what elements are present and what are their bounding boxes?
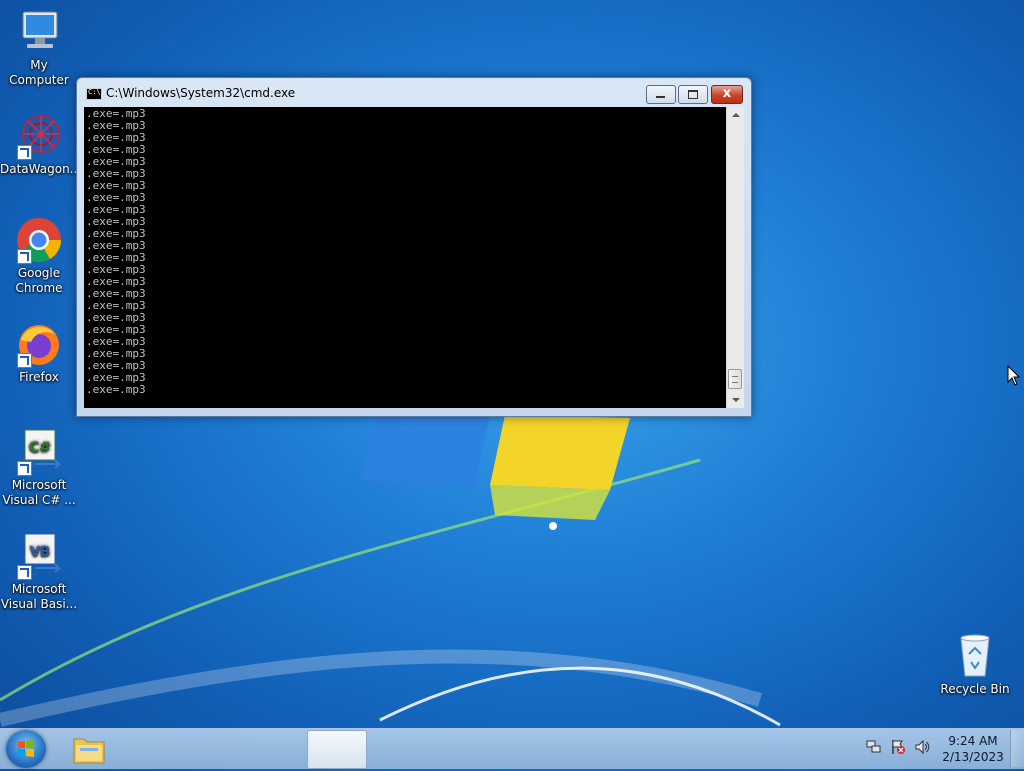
taskbar-file-explorer[interactable]	[66, 731, 112, 767]
start-button[interactable]	[6, 730, 46, 768]
recycle-bin-icon	[951, 632, 999, 680]
desktop-icon-label: Microsoft Visual C# ...	[2, 478, 76, 507]
console-lines: .exe=.mp3 .exe=.mp3 .exe=.mp3 .exe=.mp3 …	[84, 107, 726, 396]
scrollbar-thumb[interactable]	[728, 369, 742, 389]
volume-icon[interactable]	[914, 739, 930, 755]
datawagon-icon	[15, 112, 63, 160]
cmd-window-icon: C:\	[86, 88, 102, 100]
scroll-down-arrow-icon[interactable]	[727, 392, 744, 408]
mouse-cursor-icon	[1007, 365, 1021, 386]
cmd-window-title: C:\Windows\System32\cmd.exe	[106, 86, 296, 100]
desktop-icon-label: DataWagon...	[0, 162, 82, 176]
desktop-icon-label: Recycle Bin	[940, 682, 1010, 696]
console-line: .exe=.mp3	[86, 383, 146, 396]
action-center-flag-icon[interactable]	[890, 739, 906, 755]
shortcut-arrow-icon	[17, 461, 32, 476]
desktop-icon-visual-basic[interactable]: VB Microsoft Visual Basi...	[0, 532, 78, 612]
cmd-console-output[interactable]: .exe=.mp3 .exe=.mp3 .exe=.mp3 .exe=.mp3 …	[84, 107, 726, 408]
windows-logo-wallpaper	[360, 410, 630, 530]
scroll-up-arrow-icon[interactable]	[727, 107, 744, 123]
visual-csharp-icon: C#	[15, 428, 63, 476]
desktop-icon-recycle-bin[interactable]: Recycle Bin	[936, 632, 1014, 697]
chrome-icon	[15, 216, 63, 264]
clock-time: 9:24 AM	[948, 734, 998, 748]
network-icon[interactable]	[866, 739, 882, 755]
desktop-icon-my-computer[interactable]: My Computer	[0, 8, 78, 88]
close-icon: x	[722, 86, 732, 101]
taskbar: 9:24 AM 2/13/2023	[0, 728, 1024, 769]
close-button[interactable]: x	[711, 85, 743, 104]
desktop-icon-google-chrome[interactable]: Google Chrome	[0, 216, 78, 296]
taskbar-clock[interactable]: 9:24 AM 2/13/2023	[930, 733, 1016, 765]
desktop-icon-visual-csharp[interactable]: C# Microsoft Visual C# ...	[0, 428, 78, 508]
desktop-icon-label: My Computer	[9, 58, 69, 87]
firefox-icon	[15, 320, 63, 368]
desktop-icon-datawagon[interactable]: DataWagon...	[0, 112, 82, 177]
folder-icon	[73, 738, 105, 764]
cmd-window-icon-text: C:\	[88, 88, 101, 96]
shortcut-arrow-icon	[17, 353, 32, 368]
vertical-scrollbar[interactable]	[726, 107, 744, 408]
svg-text:C#: C#	[29, 440, 51, 456]
windows-flag-icon	[18, 740, 34, 757]
desktop-icon-label: Microsoft Visual Basi...	[0, 582, 78, 611]
maximize-button[interactable]	[678, 85, 708, 104]
shortcut-arrow-icon	[17, 145, 32, 160]
minimize-button[interactable]	[646, 85, 676, 104]
desktop-icon-label: Google Chrome	[15, 266, 63, 295]
cmd-titlebar[interactable]: C:\ C:\Windows\System32\cmd.exe x	[77, 78, 751, 106]
desktop-icon-firefox[interactable]: Firefox	[0, 320, 78, 385]
svg-text:VB: VB	[30, 545, 50, 560]
cmd-window[interactable]: C:\ C:\Windows\System32\cmd.exe x .exe=.…	[76, 77, 752, 417]
shortcut-arrow-icon	[17, 565, 32, 580]
visual-basic-icon: VB	[15, 532, 63, 580]
shortcut-arrow-icon	[17, 249, 32, 264]
clock-date: 2/13/2023	[942, 750, 1004, 764]
taskbar-cmd-button[interactable]	[307, 730, 367, 769]
computer-icon	[15, 8, 63, 56]
show-desktop-button[interactable]	[1010, 730, 1024, 767]
desktop-icon-label: Firefox	[19, 370, 59, 384]
